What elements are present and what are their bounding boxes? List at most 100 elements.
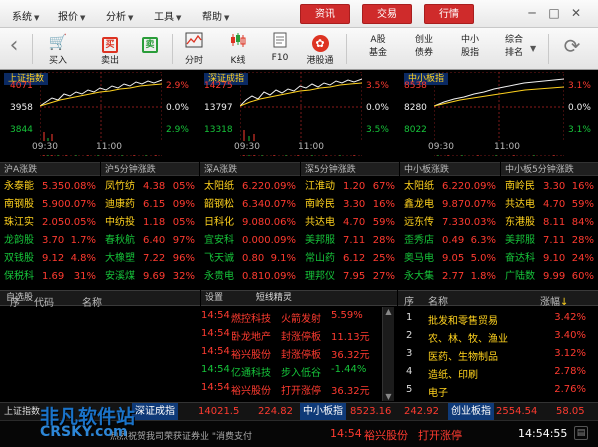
refresh-button[interactable]: ⟳ (556, 36, 588, 56)
movers-header-sz-5min[interactable]: 深5分钟涨跌 (301, 162, 399, 176)
mover-row[interactable]: 鑫龙电 9.87 0.07% (404, 196, 498, 213)
mover-row[interactable]: 大橡塑 7.22 96% (105, 250, 197, 267)
mover-row[interactable]: 理邦仪 7.95 27% (305, 268, 397, 285)
kline-button[interactable]: K线 (222, 32, 254, 66)
mover-row[interactable]: 南岭民 3.30 16% (505, 178, 596, 195)
overall-ranking-button[interactable]: 综合 排名 (498, 34, 530, 60)
movers-header-sh-5min[interactable]: 沪5分钟涨跌 (101, 162, 199, 176)
mover-row[interactable]: 日科化 9.08 0.06% (204, 214, 298, 231)
mover-name: 韶钢松 (204, 199, 234, 210)
f10-button[interactable]: F10 (264, 32, 296, 63)
mover-row[interactable]: 飞天诚 0.80 9.1% (204, 250, 298, 267)
close-icon[interactable]: ✕ (568, 5, 584, 21)
events-scrollbar[interactable]: ▲ ▼ (382, 307, 394, 401)
mover-row[interactable]: 永贵电 0.81 0.09% (204, 268, 298, 285)
mover-row[interactable]: 南钢股 5.90 0.07% (4, 196, 98, 213)
mover-name: 春秋航 (105, 235, 135, 246)
mover-row[interactable]: 保税科 1.69 31% (4, 268, 98, 285)
mover-row[interactable]: 奋达科 9.10 24% (505, 250, 596, 267)
index-pct-high: 3.5% (366, 81, 389, 91)
hk-connect-button[interactable]: ✿ 港股通 (304, 32, 336, 66)
sectors-col-change[interactable]: 涨幅↓ (540, 293, 568, 308)
mover-row[interactable]: 迪康药 6.15 09% (105, 196, 197, 213)
mover-row[interactable]: 中纺投 1.18 05% (105, 214, 197, 231)
tab-market[interactable]: 行情 (424, 4, 474, 24)
mover-row[interactable]: 共达电 4.70 59% (305, 214, 397, 231)
movers-header-sme[interactable]: 中小板涨跌 (400, 162, 500, 176)
watchlist-body[interactable] (0, 308, 200, 402)
buy-button[interactable]: 🛒 买入 (42, 32, 74, 66)
menu-system[interactable]: 系统 ▼ (12, 8, 39, 23)
mover-row[interactable]: 南岭民 3.30 16% (305, 196, 397, 213)
watchlist-col-seq: 序 (10, 298, 20, 309)
event-stock: 亿通科技 (231, 368, 271, 379)
sector-name: 电子 (428, 388, 448, 399)
alert-stock[interactable]: 裕兴股份 (364, 427, 408, 443)
mover-name: 迪康药 (105, 199, 135, 210)
minimize-icon[interactable]: ─ (524, 5, 540, 21)
movers-header-sh-a[interactable]: 沪A涨跌 (0, 162, 100, 176)
sell-button[interactable]: 买 卖出 (94, 32, 126, 66)
scroll-notice[interactable]: 热烈祝贺我司荣获证券业 "消费支付 (110, 429, 252, 442)
mover-row[interactable]: 龙韵股 3.70 1.7% (4, 232, 98, 249)
movers-header-sz-a[interactable]: 深A涨跌 (200, 162, 300, 176)
mover-row[interactable]: 珠江实 2.05 0.05% (4, 214, 98, 231)
scroll-down-icon[interactable]: ▼ (383, 392, 394, 401)
mover-change: 84% (571, 217, 594, 228)
mover-row[interactable]: 双钱股 9.12 4.8% (4, 250, 98, 267)
ashare-fund-button[interactable]: A股 基金 (362, 34, 394, 60)
mover-row[interactable]: 美邦服 7.11 28% (305, 232, 397, 249)
maximize-icon[interactable]: □ (546, 5, 562, 21)
back-button[interactable]: ‹ (4, 35, 24, 57)
events-settings[interactable]: 设置 (205, 293, 223, 303)
mover-name: 永泰能 (4, 181, 34, 192)
mover-row[interactable]: 太阳纸 6.22 0.09% (404, 178, 498, 195)
index-pct-low: 2.9% (166, 125, 189, 135)
menu-tools[interactable]: 工具 ▼ (154, 8, 181, 23)
chevron-down-icon[interactable]: ▼ (530, 44, 536, 53)
timeshare-button[interactable]: 分时 (178, 32, 210, 66)
mover-row[interactable]: 凤竹纺 4.38 05% (105, 178, 197, 195)
mover-row[interactable]: 安溪煤 9.69 32% (105, 268, 197, 285)
mover-row[interactable]: 美邦服 7.11 28% (505, 232, 596, 249)
mover-price: 6.22 (242, 181, 265, 192)
tab-news[interactable]: 资讯 (300, 4, 350, 24)
menu-help[interactable]: 帮助 ▼ (202, 8, 229, 23)
movers-header-sme-5min[interactable]: 中小板5分钟涨跌 (501, 162, 598, 176)
f10-icon (264, 32, 296, 52)
mover-row[interactable]: 奥马电 9.05 5.0% (404, 250, 498, 267)
events-list[interactable]: 14:54 燃控科技 火箭发射 5.59% 14:54 卧龙地产 封涨停板 11.13元 14:… (201, 306, 381, 402)
mover-row[interactable]: 永泰能 5.35 0.08% (4, 178, 98, 195)
mover-row[interactable]: 远东传 7.33 0.03% (404, 214, 498, 231)
sme-index-button[interactable]: 中小 股指 (454, 34, 486, 60)
scroll-up-icon[interactable]: ▲ (383, 307, 394, 316)
ticker-value-sz: 14021.5 (198, 406, 240, 417)
mover-row[interactable]: 韶钢松 6.34 0.07% (204, 196, 298, 213)
grid-menu-icon[interactable]: ▤ (574, 426, 588, 440)
clock: 14:54:55 (518, 427, 568, 440)
mover-row[interactable]: 太阳纸 6.22 0.09% (204, 178, 298, 195)
tab-shortline-spirit[interactable]: 短线精灵 (256, 293, 292, 303)
tab-trade[interactable]: 交易 (362, 4, 412, 24)
mover-row[interactable]: 江淮动 1.20 67% (305, 178, 397, 195)
mover-row[interactable]: 宜安科 0.00 0.09% (204, 232, 298, 249)
sell-out-button[interactable]: 卖 (134, 32, 166, 53)
mover-row[interactable]: 春秋航 6.40 97% (105, 232, 197, 249)
mover-row[interactable]: 东港股 8.11 84% (505, 214, 596, 231)
watchlist-col-code: 代码 (34, 298, 54, 309)
mover-change: 60% (571, 271, 594, 282)
mover-row[interactable]: 歪秀店 0.49 6.3% (404, 232, 498, 249)
mover-row[interactable]: 永大集 2.77 1.8% (404, 268, 498, 285)
chinext-bond-button[interactable]: 创业 债券 (408, 34, 440, 60)
mover-price: 9.69 (143, 271, 166, 282)
mover-row[interactable]: 广陆数 9.99 60% (505, 268, 596, 285)
sectors-list[interactable]: 1 批发和零售贸易 3.42% 2 农、林、牧、渔业 3.40% 3 医药、生物制品 3.12%… (398, 308, 598, 402)
event-action: 封涨停板 (281, 332, 321, 343)
menu-quote[interactable]: 报价 ▼ (58, 8, 85, 23)
mover-name: 龙韵股 (4, 235, 34, 246)
mover-row[interactable]: 共达电 4.70 59% (505, 196, 596, 213)
menu-analysis[interactable]: 分析 ▼ (106, 8, 133, 23)
index-low: 3844 (10, 125, 33, 135)
mover-change: 16% (571, 181, 594, 192)
mover-row[interactable]: 常山药 6.12 25% (305, 250, 397, 267)
